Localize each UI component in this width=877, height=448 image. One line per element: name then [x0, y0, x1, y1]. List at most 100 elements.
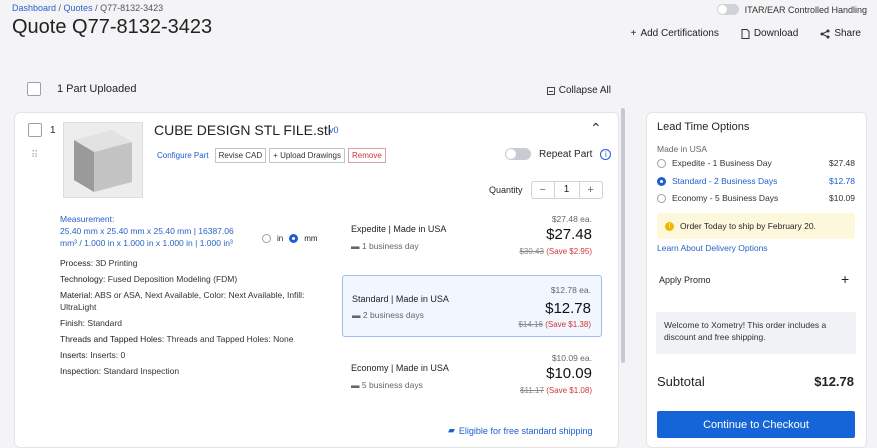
- quantity-stepper[interactable]: − 1 +: [530, 181, 603, 199]
- lead-time-economy[interactable]: Economy - 5 Business Days $10.09: [657, 193, 855, 203]
- delivery-options-link[interactable]: Learn About Delivery Options: [657, 243, 768, 253]
- option-unit-price: $10.09 ea.: [551, 353, 592, 363]
- part-version[interactable]: v0: [329, 125, 339, 135]
- option-name: Economy | Made in USA: [351, 363, 449, 373]
- download-button[interactable]: Download: [741, 28, 798, 39]
- free-shipping-note[interactable]: ▰ Eligible for free standard shipping: [448, 425, 593, 436]
- chevron-up-icon[interactable]: ⌃: [590, 120, 602, 137]
- spec-inserts: Inserts: Inserts: 0: [60, 349, 330, 361]
- repeat-part-toggle[interactable]: [505, 148, 531, 160]
- breadcrumb: Dashboard / Quotes / Q77-8132-3423: [12, 3, 163, 13]
- option-name: Expedite | Made in USA: [351, 224, 447, 234]
- parts-uploaded-count: 1 Part Uploaded: [57, 83, 137, 95]
- part-actions: Configure Part Revise CAD + Upload Drawi…: [157, 148, 386, 163]
- lead-option-economy[interactable]: Economy | Made in USA ▬ 5 business days …: [342, 351, 602, 411]
- header-actions: + Add Certifications Download Share: [631, 28, 861, 39]
- configure-part-link[interactable]: Configure Part: [157, 148, 212, 163]
- collapse-icon: [546, 86, 555, 95]
- lead-time-label: Economy - 5 Business Days: [672, 193, 779, 203]
- spec-value: Inserts: 0: [90, 350, 126, 360]
- option-savings: $30.43 (Save $2.95): [519, 247, 592, 256]
- document-icon: [741, 28, 750, 39]
- spec-label: Inserts:: [60, 350, 88, 360]
- add-certifications-button[interactable]: + Add Certifications: [631, 28, 719, 39]
- add-certifications-label: Add Certifications: [640, 28, 719, 39]
- lead-time-title: Lead Time Options: [657, 121, 750, 133]
- spec-value: Standard: [87, 318, 122, 328]
- scrollbar[interactable]: [621, 108, 625, 363]
- itar-toggle[interactable]: [716, 4, 739, 15]
- truck-icon: ▬: [352, 310, 361, 320]
- download-label: Download: [753, 28, 799, 39]
- option-savings: $14.16 (Save $1.38): [518, 320, 591, 329]
- part-checkbox[interactable]: [28, 123, 42, 137]
- ship-notice-text: Order Today to ship by February 20.: [680, 221, 816, 231]
- lead-time-radio[interactable]: [657, 158, 666, 168]
- truck-icon: ▬: [351, 241, 360, 251]
- part-select: 1: [28, 123, 56, 137]
- apply-promo-label[interactable]: Apply Promo: [659, 275, 711, 285]
- spec-label: Finish:: [60, 318, 86, 328]
- breadcrumb-quotes[interactable]: Quotes: [64, 3, 93, 13]
- cube-preview-icon: [74, 130, 132, 192]
- option-unit-price: $27.48 ea.: [551, 214, 592, 224]
- unit-in-label: in: [277, 234, 284, 243]
- lead-time-expedite[interactable]: Expedite - 1 Business Day $27.48: [657, 158, 855, 168]
- lead-option-expedite[interactable]: Expedite | Made in USA ▬ 1 business day …: [342, 212, 602, 272]
- spec-process: Process: 3D Printing: [60, 257, 330, 269]
- unit-toggle: in mm: [262, 234, 318, 243]
- option-name: Standard | Made in USA: [352, 294, 449, 304]
- measurement-text: 25.40 mm x 25.40 mm x 25.40 mm | 16387.0…: [60, 226, 234, 248]
- spec-threads: Threads and Tapped Holes: Threads and Ta…: [60, 333, 330, 345]
- upload-drawings-button[interactable]: + Upload Drawings: [269, 148, 345, 163]
- plus-icon[interactable]: +: [841, 271, 849, 287]
- plus-icon: +: [630, 28, 637, 39]
- spec-label: Material:: [60, 290, 93, 300]
- option-days: ▬ 5 business days: [351, 380, 423, 390]
- truck-icon: ▰: [448, 425, 455, 435]
- spec-label: Threads and Tapped Holes:: [60, 334, 165, 344]
- shipping-note-text: Eligible for free standard shipping: [458, 425, 593, 436]
- drag-handle-icon[interactable]: ⠿: [31, 150, 38, 161]
- collapse-all-button[interactable]: Collapse All: [546, 85, 611, 96]
- lead-time-price: $27.48: [829, 158, 855, 168]
- ship-notice: ! Order Today to ship by February 20.: [657, 213, 855, 239]
- spec-value: ABS or ASA, Next Available, Color: Next …: [60, 290, 305, 312]
- breadcrumb-dashboard[interactable]: Dashboard: [12, 3, 56, 13]
- made-in-label: Made in USA: [657, 144, 708, 154]
- page-title: Quote Q77-8132-3423: [12, 16, 213, 38]
- spec-inspection: Inspection: Standard Inspection: [60, 365, 330, 377]
- itar-toggle-group[interactable]: ITAR/EAR Controlled Handling: [716, 4, 867, 15]
- remove-button[interactable]: Remove: [347, 148, 386, 163]
- itar-label: ITAR/EAR Controlled Handling: [744, 4, 867, 15]
- option-savings: $11.17 (Save $1.08): [520, 386, 592, 395]
- minus-icon[interactable]: −: [532, 184, 554, 196]
- spec-value: Standard Inspection: [103, 366, 180, 376]
- select-all-checkbox[interactable]: [27, 82, 41, 96]
- spec-label: Technology:: [60, 274, 106, 284]
- option-days: ▬ 2 business days: [352, 310, 424, 320]
- lead-time-standard[interactable]: Standard - 2 Business Days $12.78: [657, 176, 855, 186]
- option-price: $12.78: [545, 300, 591, 317]
- info-icon[interactable]: i: [600, 148, 612, 160]
- share-button[interactable]: Share: [820, 28, 861, 39]
- revise-cad-button[interactable]: Revise CAD: [214, 148, 267, 163]
- quantity-value[interactable]: 1: [553, 182, 580, 198]
- option-days: ▬ 1 business day: [351, 241, 419, 251]
- plus-icon[interactable]: +: [580, 184, 602, 196]
- lead-time-radio[interactable]: [657, 176, 666, 186]
- unit-in-radio[interactable]: [262, 234, 271, 243]
- parts-toolbar: 1 Part Uploaded: [27, 82, 137, 96]
- quantity-label: Quantity: [489, 185, 523, 195]
- spec-material: Material: ABS or ASA, Next Available, Co…: [60, 289, 330, 313]
- continue-to-checkout-button[interactable]: Continue to Checkout: [657, 411, 855, 438]
- option-price: $27.48: [546, 226, 592, 243]
- unit-mm-radio[interactable]: [289, 234, 299, 243]
- breadcrumb-separator: /: [92, 3, 101, 13]
- lead-option-standard[interactable]: Standard | Made in USA ▬ 2 business days…: [342, 275, 602, 337]
- option-unit-price: $12.78 ea.: [550, 285, 591, 295]
- lead-time-label: Standard - 2 Business Days: [672, 176, 778, 186]
- spec-value: 3D Printing: [95, 258, 138, 268]
- part-name: CUBE DESIGN STL FILE.stl: [154, 122, 331, 138]
- lead-time-radio[interactable]: [657, 193, 666, 203]
